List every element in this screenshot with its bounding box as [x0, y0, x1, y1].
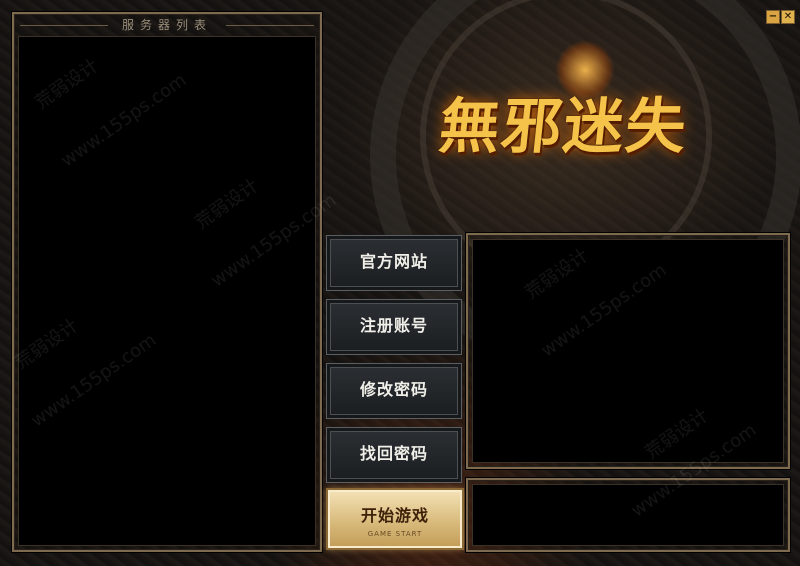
notice-panel: [466, 478, 790, 552]
register-button[interactable]: 注册账号: [326, 299, 462, 355]
notice-content: [472, 484, 784, 546]
server-list[interactable]: [18, 36, 316, 546]
start-game-button[interactable]: 开始游戏 GAME START: [326, 488, 464, 550]
change-password-button[interactable]: 修改密码: [326, 363, 462, 419]
official-site-button[interactable]: 官方网站: [326, 235, 462, 291]
close-icon[interactable]: ✕: [781, 10, 795, 24]
start-game-sublabel: GAME START: [367, 530, 423, 538]
recover-password-button[interactable]: 找回密码: [326, 427, 462, 483]
start-game-label: 开始游戏: [360, 508, 429, 525]
server-list-title: 服务器列表: [121, 18, 212, 32]
minimize-icon[interactable]: −: [766, 10, 780, 24]
game-logo: 無邪迷失: [435, 92, 692, 162]
